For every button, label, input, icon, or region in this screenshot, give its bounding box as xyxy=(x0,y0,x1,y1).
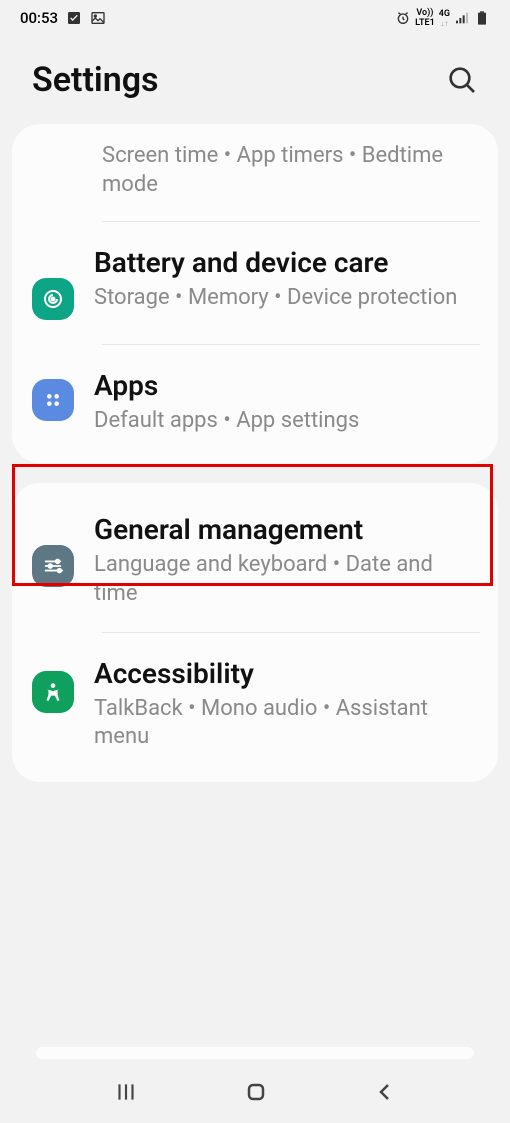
status-right: Vo)) LTE1 4G ↓↑ xyxy=(395,8,490,28)
recents-icon xyxy=(113,1079,139,1105)
search-icon xyxy=(446,64,478,96)
item-text: Apps Default apps • App settings xyxy=(94,369,478,435)
battery-icon xyxy=(474,10,490,26)
settings-item-general-management[interactable]: General management Language and keyboard… xyxy=(12,483,498,632)
general-management-icon xyxy=(32,545,74,587)
checkbox-icon xyxy=(66,10,82,26)
accessibility-icon xyxy=(32,671,74,713)
recents-button[interactable] xyxy=(113,1079,139,1109)
device-care-icon xyxy=(32,278,74,320)
scroll-hint xyxy=(36,1047,474,1059)
alarm-icon xyxy=(395,10,411,26)
signal-icon xyxy=(454,10,470,26)
back-icon xyxy=(373,1080,397,1104)
item-text: Battery and device care Storage • Memory… xyxy=(94,246,478,312)
page-title: Settings xyxy=(32,60,159,100)
item-subtitle: TalkBack • Mono audio • Assistant menu xyxy=(94,695,478,752)
settings-header: Settings xyxy=(0,36,510,124)
network-type-indicator: 4G ↓↑ xyxy=(439,9,450,28)
item-text: Accessibility TalkBack • Mono audio • As… xyxy=(94,657,478,752)
settings-card: General management Language and keyboard… xyxy=(12,483,498,782)
settings-card: Screen time • App timers • Bedtime mode … xyxy=(12,124,498,463)
settings-item-digital-wellbeing[interactable]: Screen time • App timers • Bedtime mode xyxy=(12,124,498,221)
status-bar: 00:53 Vo)) LTE1 4G ↓↑ xyxy=(0,0,510,36)
settings-item-accessibility[interactable]: Accessibility TalkBack • Mono audio • As… xyxy=(12,633,498,782)
status-time: 00:53 xyxy=(20,9,58,27)
item-title: Accessibility xyxy=(94,657,478,691)
settings-item-battery-device-care[interactable]: Battery and device care Storage • Memory… xyxy=(12,222,498,344)
item-text: Screen time • App timers • Bedtime mode xyxy=(102,142,478,199)
item-subtitle: Default apps • App settings xyxy=(94,407,478,436)
item-subtitle: Screen time • App timers • Bedtime mode xyxy=(102,142,478,199)
status-left: 00:53 xyxy=(20,9,106,27)
item-subtitle: Language and keyboard • Date and time xyxy=(94,551,478,608)
volte-indicator: Vo)) LTE1 xyxy=(415,8,435,28)
item-title: Battery and device care xyxy=(94,246,478,280)
item-title: General management xyxy=(94,513,478,547)
home-button[interactable] xyxy=(244,1080,268,1108)
apps-icon xyxy=(32,379,74,421)
home-icon xyxy=(244,1080,268,1104)
search-button[interactable] xyxy=(446,64,478,96)
item-text: General management Language and keyboard… xyxy=(94,513,478,608)
back-button[interactable] xyxy=(373,1080,397,1108)
settings-item-apps[interactable]: Apps Default apps • App settings xyxy=(12,345,498,463)
image-icon xyxy=(90,10,106,26)
item-title: Apps xyxy=(94,369,478,403)
item-subtitle: Storage • Memory • Device protection xyxy=(94,284,478,313)
navigation-bar xyxy=(0,1065,510,1123)
